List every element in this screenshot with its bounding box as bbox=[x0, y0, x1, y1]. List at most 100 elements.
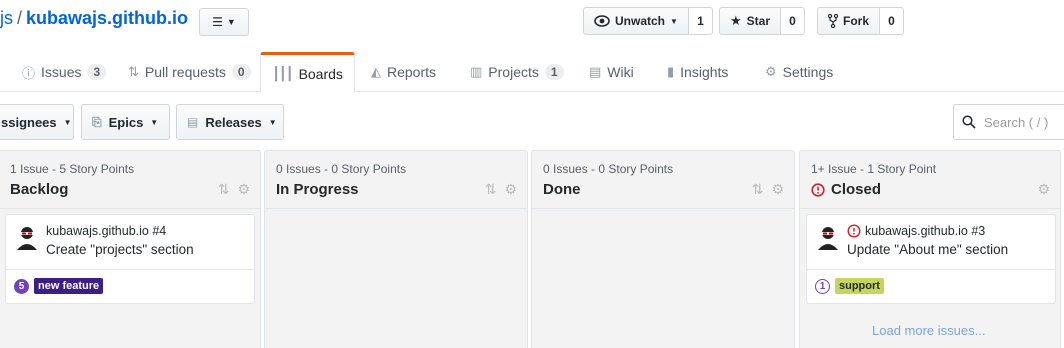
column-meta: 1+ Issue - 1 Story Point bbox=[811, 162, 937, 176]
gear-icon[interactable]: ⚙ bbox=[504, 181, 517, 198]
fork-group: Fork 0 bbox=[817, 7, 905, 35]
unwatch-button[interactable]: Unwatch ▼ bbox=[583, 7, 689, 35]
load-more-link[interactable]: Load more issues... bbox=[872, 323, 985, 338]
avatar bbox=[14, 224, 40, 250]
story-points: 0 Story Points bbox=[331, 162, 407, 176]
repo-title: js / kubawajs.github.io bbox=[0, 8, 188, 29]
card-footer: 1 support bbox=[815, 278, 884, 294]
repo-owner-link[interactable]: js bbox=[0, 8, 13, 28]
star-group: ★ Star 0 bbox=[719, 7, 805, 35]
issue-title[interactable]: Update "About me" section bbox=[847, 242, 1008, 257]
story-points: 1 Story Point bbox=[867, 162, 937, 176]
tab-label: Boards bbox=[298, 65, 343, 82]
story-points: 0 Story Points bbox=[598, 162, 674, 176]
repo-nav: ⓘ Issues 3 ⇅ Pull requests 0 ┃┃┃ Boards … bbox=[0, 52, 1064, 93]
assignees-filter-button[interactable]: ssignees ▼ bbox=[0, 104, 74, 140]
story-points: 5 Story Points bbox=[59, 162, 135, 176]
issue-icon: ⓘ bbox=[22, 65, 36, 81]
card-header: kubawajs.github.io #3 Update "About me" … bbox=[807, 215, 1055, 270]
issue-count: 0 Issues bbox=[276, 162, 321, 176]
gear-icon: ⚙ bbox=[765, 64, 777, 79]
issue-card[interactable]: kubawajs.github.io #4 Create "projects" … bbox=[5, 214, 255, 304]
column-meta: 0 Issues - 0 Story Points bbox=[543, 162, 674, 176]
column-header: 0 Issues - 0 Story Points Done ⇅ ⚙ bbox=[532, 151, 794, 209]
board-icon: ┃┃┃ bbox=[272, 65, 294, 81]
chevron-down-icon: ▼ bbox=[63, 117, 72, 127]
tab-pull-requests[interactable]: ⇅ Pull requests 0 bbox=[128, 52, 251, 92]
column-title: Done bbox=[543, 181, 581, 198]
release-icon: ▤ bbox=[187, 115, 199, 129]
search-icon bbox=[962, 115, 976, 129]
weight-badge: 5 bbox=[14, 278, 29, 294]
column-title: Backlog bbox=[10, 181, 69, 198]
label-new-feature[interactable]: new feature bbox=[34, 278, 104, 294]
card-footer: 5 new feature bbox=[14, 278, 104, 294]
tab-count: 3 bbox=[87, 64, 107, 80]
issue-ref-link[interactable]: kubawajs.github.io #4 bbox=[46, 224, 166, 238]
tab-label: Insights bbox=[680, 64, 729, 80]
column-tools: ⇅ ⚙ bbox=[218, 181, 250, 198]
sort-icon[interactable]: ⇅ bbox=[218, 181, 230, 198]
filter-label: Epics bbox=[108, 114, 144, 130]
forks-count[interactable]: 0 bbox=[880, 7, 905, 35]
closed-issue-icon bbox=[811, 182, 825, 197]
chevron-down-icon: ▼ bbox=[226, 17, 236, 27]
closed-issue-icon bbox=[847, 224, 861, 238]
sort-icon[interactable]: ⇅ bbox=[485, 181, 497, 198]
column-meta: 0 Issues - 0 Story Points bbox=[276, 162, 407, 176]
gear-icon[interactable]: ⚙ bbox=[237, 181, 250, 198]
eye-icon bbox=[594, 15, 610, 27]
epic-icon: ⎘ bbox=[92, 114, 102, 129]
search-input[interactable]: Search ( / ) bbox=[953, 104, 1064, 140]
issue-card[interactable]: kubawajs.github.io #3 Update "About me" … bbox=[806, 214, 1056, 304]
tab-reports[interactable]: ◭ Reports bbox=[371, 52, 436, 92]
watchers-count[interactable]: 1 bbox=[688, 7, 713, 35]
tab-wiki[interactable]: ▤ Wiki bbox=[589, 52, 634, 92]
column-backlog: 1 Issue - 5 Story Points Backlog ⇅ ⚙ kub… bbox=[0, 150, 261, 348]
epics-filter-button[interactable]: ⎘ Epics ▼ bbox=[81, 104, 170, 140]
tab-settings[interactable]: ⚙ Settings bbox=[765, 52, 833, 92]
gear-icon[interactable]: ⚙ bbox=[1037, 181, 1050, 198]
chevron-down-icon: ▼ bbox=[150, 117, 159, 127]
repo-name-link[interactable]: kubawajs.github.io bbox=[26, 8, 188, 28]
tab-projects[interactable]: ▥ Projects 1 bbox=[470, 52, 564, 92]
column-title: Closed bbox=[831, 181, 882, 198]
star-label: Star bbox=[746, 14, 770, 28]
star-icon: ★ bbox=[730, 13, 742, 28]
fork-icon bbox=[828, 14, 838, 28]
column-meta: 1 Issue - 5 Story Points bbox=[10, 162, 135, 176]
column-closed: 1+ Issue - 1 Story Point Closed ⚙ kubawa… bbox=[799, 150, 1061, 348]
tab-issues[interactable]: ⓘ Issues 3 bbox=[22, 52, 107, 92]
tab-boards[interactable]: ┃┃┃ Boards bbox=[260, 52, 355, 93]
releases-filter-button[interactable]: ▤ Releases ▼ bbox=[176, 104, 284, 140]
tab-count: 0 bbox=[231, 64, 251, 80]
pulse-icon: ▮ bbox=[667, 64, 675, 79]
fork-label: Fork bbox=[843, 14, 870, 28]
fork-button[interactable]: Fork bbox=[817, 7, 881, 35]
column-header: 1 Issue - 5 Story Points Backlog ⇅ ⚙ bbox=[0, 151, 260, 209]
star-button[interactable]: ★ Star bbox=[719, 7, 781, 35]
sort-icon[interactable]: ⇅ bbox=[752, 181, 764, 198]
search-placeholder: Search ( / ) bbox=[984, 114, 1049, 130]
issue-ref-wrap: kubawajs.github.io #3 bbox=[847, 224, 985, 238]
book-icon: ▤ bbox=[589, 64, 602, 79]
tab-insights[interactable]: ▮ Insights bbox=[667, 52, 728, 92]
chevron-down-icon: ▼ bbox=[268, 117, 277, 127]
column-title-wrap: Closed bbox=[811, 181, 881, 198]
filter-label: Releases bbox=[205, 114, 262, 130]
column-in-progress: 0 Issues - 0 Story Points In Progress ⇅ … bbox=[264, 150, 528, 348]
gear-icon[interactable]: ⚙ bbox=[771, 181, 784, 198]
column-tools: ⇅ ⚙ bbox=[752, 181, 784, 198]
issue-ref-link[interactable]: kubawajs.github.io #3 bbox=[865, 224, 985, 238]
watch-group: Unwatch ▼ 1 bbox=[583, 7, 713, 35]
stars-count[interactable]: 0 bbox=[781, 7, 805, 35]
issue-title[interactable]: Create "projects" section bbox=[46, 242, 194, 257]
tab-label: Issues bbox=[41, 64, 82, 80]
chevron-down-icon: ▼ bbox=[670, 16, 678, 26]
repo-menu-button[interactable]: ☰ ▼ bbox=[199, 8, 249, 36]
issue-count: 1+ Issue bbox=[811, 162, 857, 176]
filter-label: ssignees bbox=[1, 114, 57, 130]
label-support[interactable]: support bbox=[835, 278, 884, 294]
column-tools: ⚙ bbox=[1037, 181, 1050, 198]
avatar bbox=[815, 224, 841, 250]
